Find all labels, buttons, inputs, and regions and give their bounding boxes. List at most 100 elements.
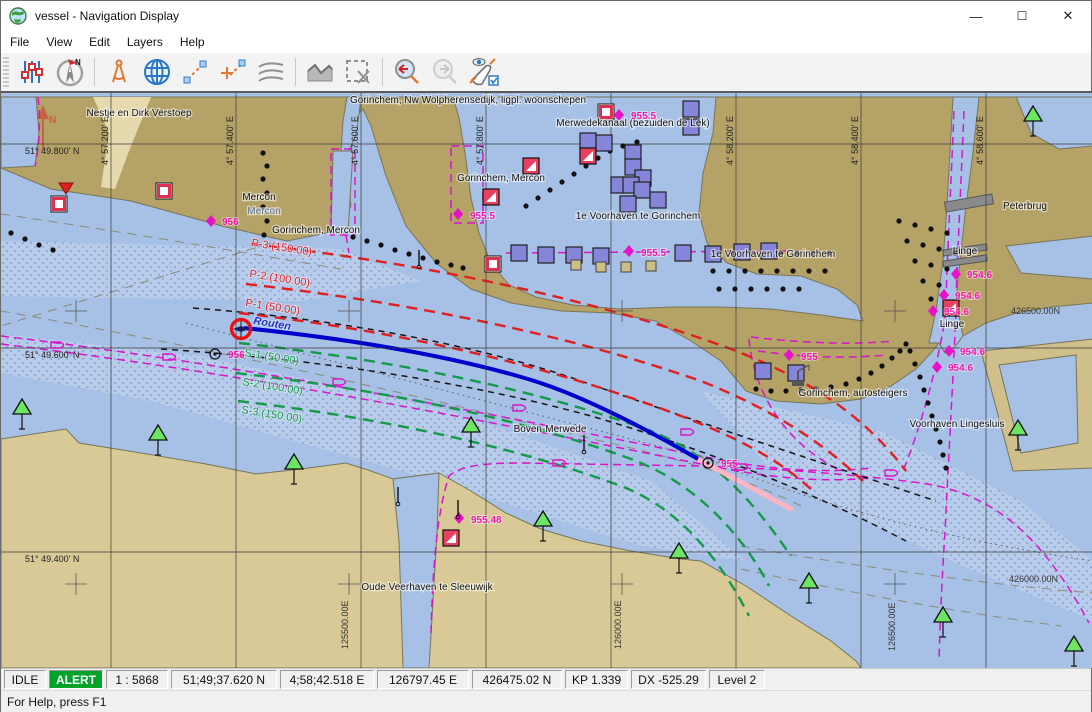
status-longitude: 4;58;42.518 E: [280, 670, 374, 689]
add-waypoint-line-icon: [218, 57, 248, 87]
berth-square-symbol: [620, 196, 636, 212]
draw-line-icon: [180, 57, 210, 87]
toolbar-grip[interactable]: [3, 57, 9, 87]
place-label: Mercon: [247, 206, 280, 217]
place-label: Mercon: [242, 192, 275, 203]
toolbar-separator: [295, 58, 296, 86]
berth-square-symbol: [788, 365, 804, 381]
nautical-chart[interactable]: N 4° 57.200' E4° 57.400' E4° 57.600' E4°…: [1, 91, 1092, 668]
longitude-grid-label: 4° 57.200' E: [100, 116, 110, 165]
contour-layers-button[interactable]: [252, 55, 290, 89]
select-region-icon: [343, 57, 373, 87]
latitude-grid-label: 51° 49.600' N: [25, 350, 79, 360]
kp-label: 954.6: [955, 291, 980, 302]
rd-grid-label: 426500.00N: [1011, 306, 1060, 316]
help-text: For Help, press F1: [7, 695, 106, 709]
kp-label: 955.5: [470, 211, 495, 222]
zoom-next-icon: [429, 56, 461, 88]
select-region-button[interactable]: [339, 55, 377, 89]
globe-projection-icon: [141, 56, 173, 88]
display-settings-button[interactable]: [13, 55, 51, 89]
kp-label: 954.6: [948, 363, 973, 374]
kp-label: 954.6: [944, 307, 969, 318]
status-alert: ALERT: [49, 670, 103, 689]
globe-projection-button[interactable]: [138, 55, 176, 89]
place-label: Oude Veerhaven te Sleeuwijk: [361, 582, 493, 593]
toolbar-separator: [94, 58, 95, 86]
contour-layers-icon: [255, 57, 287, 87]
rd-grid-label: 426000.00N: [1009, 574, 1058, 584]
place-label: Nestje en Dirk Verstoep: [86, 108, 191, 119]
longitude-grid-label: 4° 58.400' E: [850, 116, 860, 165]
svg-text:N: N: [75, 58, 81, 67]
menu-item-edit[interactable]: Edit: [81, 32, 118, 52]
status-dx: DX -525.29: [631, 670, 706, 689]
kp-label: 956: [228, 350, 245, 361]
toolbar: N: [1, 53, 1091, 92]
place-label: Voorhaven Lingesluis: [909, 419, 1004, 430]
toolbar-separator: [382, 58, 383, 86]
status-latitude: 51;49;37.620 N: [171, 670, 277, 689]
berth-square-symbol: [580, 133, 596, 149]
status-mode: IDLE: [4, 670, 46, 689]
profile-chart-icon: [304, 57, 336, 87]
draw-line-button[interactable]: [176, 55, 214, 89]
close-button[interactable]: ✕: [1045, 1, 1091, 31]
longitude-grid-label: 4° 58.200' E: [725, 116, 735, 165]
longitude-grid-label: 4° 57.600' E: [350, 116, 360, 165]
zoom-previous-button[interactable]: [388, 55, 426, 89]
add-waypoint-line-button[interactable]: [214, 55, 252, 89]
status-scale: 1 : 5868: [106, 670, 168, 689]
svg-text:N: N: [49, 115, 56, 126]
place-label: Linge: [940, 319, 965, 330]
berth-square-symbol: [675, 245, 691, 261]
kp-label: 954.6: [967, 270, 992, 281]
own-vessel-marker[interactable]: [232, 320, 251, 339]
zoom-previous-icon: [391, 56, 423, 88]
menu-item-view[interactable]: View: [38, 32, 80, 52]
berth-square-symbol: [650, 192, 666, 208]
rd-grid-label: 125500.00E: [340, 600, 350, 649]
zoom-next-button: [426, 55, 464, 89]
place-label: 1e Voorhaven te Gorinchem: [576, 211, 701, 222]
status-northing: 426475.02 N: [472, 670, 562, 689]
place-label: Boven-Merwede: [514, 424, 587, 435]
menu-bar: FileViewEditLayersHelp: [1, 31, 1091, 53]
north-orientation-button[interactable]: N: [51, 55, 89, 89]
place-label: 1e Voorhaven te Gorinchem: [711, 249, 836, 260]
status-level: Level 2: [709, 670, 765, 689]
profile-chart-button[interactable]: [301, 55, 339, 89]
kp-label: 955: [721, 459, 738, 470]
kp-label: 955.48: [471, 515, 502, 526]
menu-item-help[interactable]: Help: [172, 32, 213, 52]
latitude-grid-label: 51° 49.400' N: [25, 554, 79, 564]
menu-item-file[interactable]: File: [2, 32, 37, 52]
vessel-visibility-icon: [466, 56, 500, 88]
rd-grid-label: 126000.00E: [613, 600, 623, 649]
kp-label: 955: [801, 352, 818, 363]
place-label: Gorinchem, Mercon: [457, 173, 545, 184]
measure-dividers-icon: [104, 57, 134, 87]
place-label: Peterbrug: [1003, 201, 1047, 212]
maximize-button[interactable]: ☐: [999, 1, 1045, 31]
berth-square-symbol: [538, 247, 554, 263]
help-bar: For Help, press F1: [1, 690, 1091, 712]
north-orientation-icon: N: [54, 56, 86, 88]
minimize-button[interactable]: —: [953, 1, 999, 31]
berth-square-symbol: [683, 101, 699, 117]
place-label: Gorinchem, Mercon: [272, 225, 360, 236]
menu-item-layers[interactable]: Layers: [119, 32, 171, 52]
kp-label: 956: [222, 217, 239, 228]
measure-dividers-button[interactable]: [100, 55, 138, 89]
place-label: Gorinchem, Nw Wolpherensedijk, ligpl. wo…: [350, 95, 586, 106]
app-globe-icon: [9, 7, 27, 25]
window-title: vessel - Navigation Display: [35, 9, 179, 23]
kp-label: 954.6: [960, 347, 985, 358]
kp-label: 955.5: [631, 111, 656, 122]
berth-square-symbol: [596, 135, 612, 151]
status-easting: 126797.45 E: [377, 670, 469, 689]
app-window: vessel - Navigation Display — ☐ ✕ FileVi…: [0, 0, 1092, 712]
vessel-visibility-button[interactable]: [464, 55, 502, 89]
berth-square-symbol: [511, 245, 527, 261]
latitude-grid-label: 51° 49.800' N: [25, 146, 79, 156]
